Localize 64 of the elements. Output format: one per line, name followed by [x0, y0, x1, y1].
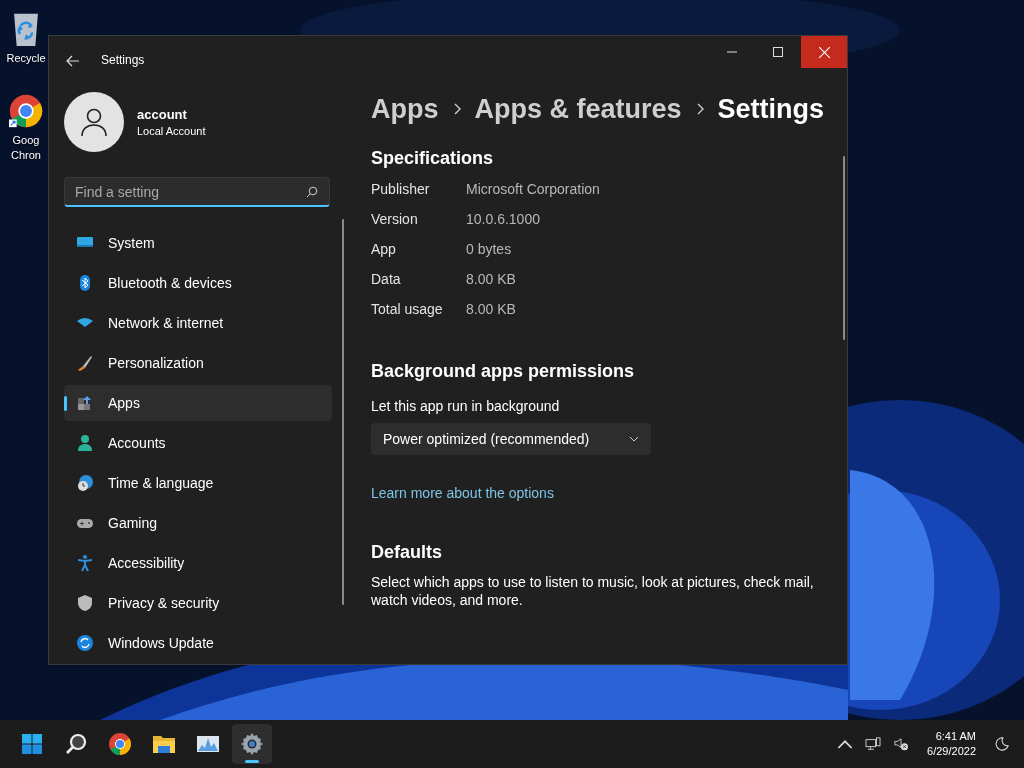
windows-logo-icon [20, 732, 44, 756]
spec-label: Data [371, 271, 402, 287]
section-heading: Specifications [371, 148, 495, 169]
back-arrow-icon[interactable] [66, 55, 80, 67]
spec-value: 8.00 KB [466, 301, 517, 317]
spec-value: 0 bytes [466, 241, 513, 257]
chrome-icon [108, 732, 132, 756]
nav-item[interactable]: Network & internet [64, 305, 332, 341]
clock[interactable]: 6:41 AM 6/29/2022 [927, 729, 976, 759]
search-icon [64, 732, 88, 756]
network-icon[interactable] [865, 737, 882, 751]
shield-icon [76, 594, 94, 612]
maximize-icon [773, 47, 783, 57]
nav-item[interactable]: Bluetooth & devices [64, 265, 332, 301]
update-icon [76, 634, 94, 652]
chevron-right-icon [452, 103, 461, 115]
account-type: Local Account [137, 125, 206, 137]
nav-item[interactable]: Time & language [64, 465, 332, 501]
accessibility-icon [76, 554, 94, 572]
apps-icon [76, 394, 94, 412]
field-label: Let this app run in background [371, 398, 561, 414]
moon-icon[interactable] [994, 737, 1010, 751]
spec-label: Version [371, 211, 419, 227]
window-title: Settings [101, 53, 145, 67]
nav-item[interactable]: Personalization [64, 345, 332, 381]
nav-item[interactable]: Apps [64, 385, 332, 421]
nav-item[interactable]: System [64, 225, 332, 261]
learn-more-link[interactable]: Learn more about the options [371, 485, 554, 501]
person-icon [76, 434, 94, 452]
scrollbar[interactable] [843, 156, 845, 340]
breadcrumb-link[interactable]: Apps [371, 93, 439, 125]
spec-value: Microsoft Corporation [466, 181, 601, 197]
nav-item[interactable]: Accessibility [64, 545, 332, 581]
chevron-right-icon [695, 103, 704, 115]
avatar [64, 92, 124, 152]
dropdown[interactable]: Power optimized (recommended) [371, 423, 651, 455]
account-name: account [137, 107, 188, 122]
page-title: Settings [717, 93, 825, 125]
nav-item[interactable]: Privacy & security [64, 585, 332, 621]
description: Select which apps to use to listen to music, look at pictures, check mail, watch videos, and more. [371, 573, 815, 609]
breadcrumb-link[interactable]: Apps & features [474, 93, 682, 125]
close-icon [818, 46, 830, 58]
muted-speaker-icon[interactable] [893, 737, 910, 751]
spec-value: 10.0.6.1000 [466, 211, 541, 227]
nav-item[interactable]: Windows Update [64, 625, 332, 661]
scrollbar[interactable] [342, 219, 344, 605]
icon-label: Goog Chron [11, 133, 41, 163]
nav-item[interactable]: Gaming [64, 505, 332, 541]
globe-clock-icon [76, 474, 94, 492]
section-heading: Defaults [371, 542, 443, 563]
spec-value: 8.00 KB [466, 271, 517, 287]
gear-icon [240, 732, 264, 756]
spec-label: App [371, 241, 397, 257]
paintbrush-icon [76, 354, 94, 372]
spec-label: Publisher [371, 181, 431, 197]
search-icon [306, 186, 318, 198]
search-field[interactable]: Find a setting [64, 177, 330, 207]
nav-item[interactable]: Accounts [64, 425, 332, 461]
taskbar-button[interactable] [232, 724, 272, 764]
spec-label: Total usage [371, 301, 444, 317]
chevron-down-icon [629, 436, 639, 442]
section-heading: Background apps permissions [371, 361, 636, 382]
icon-label: Recycle [6, 51, 46, 66]
chrome-icon[interactable] [9, 92, 43, 130]
